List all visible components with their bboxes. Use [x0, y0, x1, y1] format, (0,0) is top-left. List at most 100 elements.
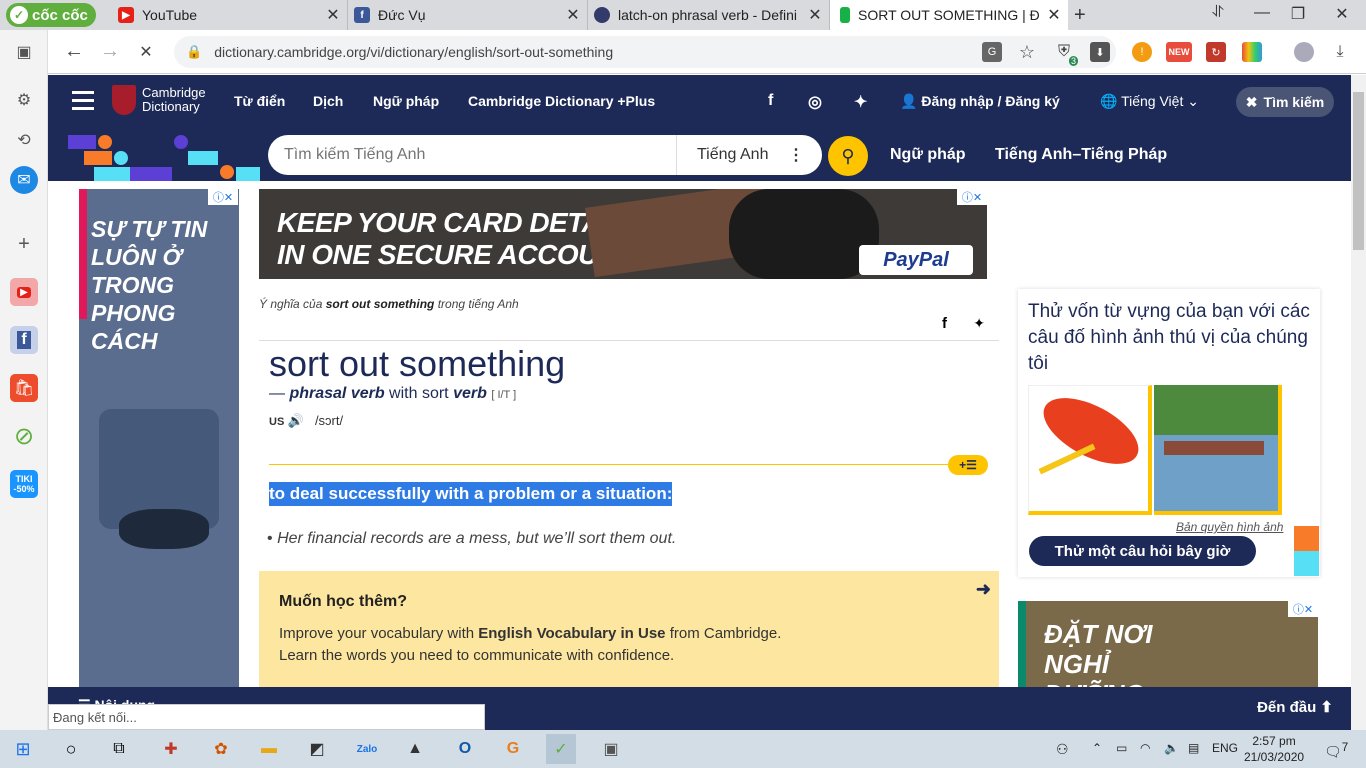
windows-start-icon[interactable]: ⊞ — [8, 734, 38, 764]
twitter-icon[interactable]: ✦ — [854, 92, 867, 112]
grammar-code: [ I/T ] — [491, 389, 517, 401]
add-app-icon[interactable]: + — [10, 230, 38, 258]
clock[interactable]: 2:57 pm 21/03/2020 — [1244, 733, 1304, 765]
history-icon[interactable]: ⟲ — [10, 126, 38, 154]
notification-icon[interactable]: 🗨7 — [1324, 741, 1348, 761]
app-taskbar-icon[interactable]: ▣ — [596, 734, 626, 764]
nav-grammar[interactable]: Ngữ pháp — [373, 93, 439, 109]
top-ad-banner[interactable]: KEEP YOUR CARD DETAILS IN ONE SECURE ACCO… — [259, 189, 987, 279]
close-tab-icon[interactable]: ✕ — [325, 5, 341, 25]
tab-latch-on[interactable]: latch-on phrasal verb - Defini ✕ — [588, 0, 830, 30]
tray-chevron-icon[interactable]: ⌃ — [1092, 741, 1102, 755]
people-icon[interactable]: ⚇ — [1056, 741, 1069, 758]
quiz-image-kayak[interactable] — [1028, 384, 1152, 515]
search-input[interactable] — [268, 146, 676, 164]
left-ad-banner[interactable]: SỰ TỰ TIN LUÔN Ở TRONG PHONG CÁCH — [79, 189, 239, 687]
decor-block — [1294, 551, 1319, 576]
file-explorer-icon[interactable]: ▬ — [254, 734, 284, 764]
tab-search-icon[interactable]: ⥯ — [1206, 4, 1230, 22]
sticky-notes-icon[interactable]: ◩ — [302, 734, 332, 764]
coccoc-sidebar-icon[interactable]: ⊘ — [10, 422, 38, 450]
profile-avatar-icon[interactable] — [1294, 42, 1314, 62]
shield-extension-icon[interactable]: ⛨ 3 — [1054, 42, 1078, 66]
wifi-icon[interactable]: ◠ — [1140, 741, 1150, 755]
grammar-link[interactable]: Ngữ pháp — [890, 146, 966, 164]
close-tab-icon[interactable]: ✕ — [565, 5, 581, 25]
nav-plus[interactable]: Cambridge Dictionary +Plus — [468, 93, 655, 109]
color-extension-icon[interactable] — [1242, 42, 1262, 62]
back-to-top-link[interactable]: Đến đầu ⬆ — [1257, 698, 1333, 716]
right-ad-banner[interactable]: ĐẶT NƠINGHỈDƯỠNG — [1018, 601, 1318, 687]
volume-icon[interactable]: 🔈 — [1164, 741, 1179, 755]
close-window-icon[interactable]: ✕ — [1330, 4, 1354, 24]
instagram-icon[interactable]: ◎ — [808, 92, 822, 112]
ad-stripe — [79, 189, 87, 319]
ad-choices-icon[interactable]: ⓘ✕ — [957, 189, 987, 205]
search-circle-icon[interactable]: ○ — [56, 734, 86, 764]
language-selector[interactable]: 🌐 Tiếng Việt ⌄ — [1100, 93, 1199, 110]
downloads-icon[interactable]: ⤓ — [1330, 42, 1350, 62]
photos-icon[interactable]: ▲ — [400, 734, 430, 764]
settings-gear-icon[interactable]: ⚙ — [10, 86, 38, 114]
learn-more-box[interactable]: Muốn học thêm? Improve your vocabulary w… — [259, 571, 999, 687]
coccoc-taskbar-icon[interactable]: ✓ — [546, 734, 576, 764]
tiki-icon[interactable]: TIKI -50% — [10, 470, 38, 498]
quiz-image-barge[interactable] — [1154, 385, 1282, 515]
keyboard-icon[interactable]: ▤ — [1188, 741, 1199, 755]
alert-extension-icon[interactable]: ! — [1132, 42, 1152, 62]
red-extension-icon[interactable]: ↻ — [1206, 42, 1226, 62]
ad-choices-icon[interactable]: ⓘ✕ — [1288, 601, 1318, 617]
image-credit-link[interactable]: Bản quyền hình ảnh — [1176, 520, 1283, 534]
login-label: Đăng nhập / Đăng ký — [921, 93, 1060, 109]
battery-icon[interactable]: ▭ — [1116, 741, 1127, 755]
try-quiz-button[interactable]: Thử một câu hỏi bây giờ — [1029, 536, 1256, 566]
new-tab-icon[interactable]: + — [1074, 4, 1086, 27]
shopee-icon[interactable]: 🛍 — [10, 374, 38, 402]
foxit-pdf-icon[interactable]: G — [498, 734, 528, 764]
stop-loading-icon[interactable]: ✕ — [134, 42, 158, 62]
share-twitter-icon[interactable]: ✦ — [973, 315, 985, 332]
back-icon[interactable]: ← — [62, 40, 86, 63]
decor-dot — [98, 135, 112, 149]
app-icon[interactable]: ✚ — [156, 734, 186, 764]
arrow-right-icon[interactable]: ➜ — [976, 579, 991, 600]
new-extension-icon[interactable]: NEW — [1166, 42, 1192, 62]
maximize-icon[interactable]: ❐ — [1286, 4, 1310, 24]
en-fr-link[interactable]: Tiếng Anh–Tiếng Pháp — [995, 146, 1167, 164]
add-to-wordlist-button[interactable]: + ☰ — [948, 455, 988, 475]
search-language-selector[interactable]: Tiếng Anh ⋮ — [676, 135, 822, 175]
youtube-sidebar-icon[interactable]: ▶ — [10, 278, 38, 306]
coccoc-menu-button[interactable]: ✓ cốc cốc — [6, 3, 96, 27]
translate-icon[interactable]: G — [982, 42, 1002, 62]
close-tab-icon[interactable]: ✕ — [807, 5, 823, 25]
nav-dictionary[interactable]: Từ điển — [234, 93, 285, 109]
cambridge-logo[interactable]: Cambridge Dictionary — [112, 85, 206, 115]
facebook-icon[interactable]: f — [768, 92, 773, 110]
ad-choices-icon[interactable]: ⓘ✕ — [208, 189, 238, 205]
hamburger-menu-icon[interactable] — [72, 91, 94, 115]
sidebar-toggle-icon[interactable]: ▣ — [10, 38, 38, 66]
url-field[interactable]: 🔒 dictionary.cambridge.org/vi/dictionary… — [174, 36, 1116, 68]
tab-facebook[interactable]: f Đức Vụ ✕ — [348, 0, 588, 30]
search-toggle-button[interactable]: ✖ Tìm kiếm — [1236, 87, 1334, 117]
speaker-icon[interactable]: 🔊 — [288, 413, 304, 428]
download-icon[interactable]: ⬇ — [1090, 42, 1110, 62]
close-tab-icon[interactable]: ✕ — [1046, 5, 1062, 25]
task-view-icon[interactable]: ⧉ — [104, 734, 134, 764]
tab-sort-out[interactable]: SORT OUT SOMETHING | Định ✕ — [830, 0, 1068, 30]
input-language[interactable]: ENG — [1212, 741, 1238, 755]
login-link[interactable]: 👤 Đăng nhập / Đăng ký — [900, 93, 1060, 110]
bookmark-star-icon[interactable]: ☆ — [1017, 42, 1037, 62]
forward-icon[interactable]: → — [98, 40, 122, 63]
minimize-icon[interactable]: — — [1250, 4, 1274, 22]
outlook-icon[interactable]: O — [450, 734, 480, 764]
tab-youtube[interactable]: ▶ YouTube ✕ — [112, 0, 348, 30]
paint-app-icon[interactable]: ✿ — [206, 734, 236, 764]
zalo-icon[interactable]: Zalo — [352, 734, 382, 764]
messenger-icon[interactable]: ✉ — [10, 166, 38, 194]
scrollbar-thumb[interactable] — [1353, 92, 1364, 250]
share-facebook-icon[interactable]: f — [942, 315, 947, 332]
search-submit-button[interactable]: ⚲ — [828, 136, 868, 176]
nav-translate[interactable]: Dịch — [313, 93, 343, 109]
facebook-sidebar-icon[interactable]: f — [10, 326, 38, 354]
